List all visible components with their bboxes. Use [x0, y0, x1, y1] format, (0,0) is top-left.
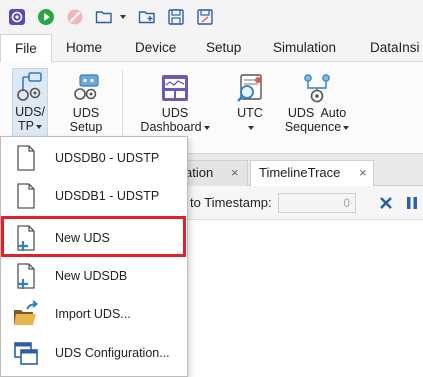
pause-icon[interactable] [404, 195, 420, 211]
utc-button[interactable]: UTC [230, 70, 270, 134]
menu-divider [3, 217, 185, 218]
menu-device[interactable]: Device [135, 34, 176, 62]
new-folder-icon[interactable] [138, 8, 156, 26]
stop-icon[interactable] [66, 8, 84, 26]
document-icon [13, 182, 39, 210]
menu-setup[interactable]: Setup [206, 34, 241, 62]
menu-item-import-uds[interactable]: Import UDS... [1, 295, 187, 333]
uds-auto-sequence-label-2: Sequence [284, 120, 350, 134]
uds-tp-label-2-text: TP [18, 119, 34, 133]
utc-icon [234, 70, 266, 106]
chevron-down-icon [203, 125, 210, 130]
clear-icon[interactable] [378, 195, 394, 211]
import-folder-icon [13, 300, 39, 328]
menu-home[interactable]: Home [66, 34, 102, 62]
app-logo-icon[interactable] [8, 8, 26, 26]
menu-item-label: UDSDB0 - UDSTP [55, 151, 160, 165]
timestamp-input[interactable]: 0 [278, 193, 356, 213]
uds-tp-icon [14, 69, 46, 105]
menu-bar: File Home Device Setup Simulation DataIn… [0, 34, 423, 63]
close-icon[interactable]: × [359, 161, 367, 185]
ribbon-separator [122, 70, 123, 146]
menu-item-udsdb0[interactable]: UDSDB0 - UDSTP [1, 139, 187, 177]
menu-item-new-uds[interactable]: New UDS [1, 219, 187, 257]
open-folder-icon[interactable] [95, 8, 113, 26]
quick-access-toolbar [0, 0, 423, 34]
uds-dashboard-icon [159, 70, 191, 106]
configuration-window-icon [13, 339, 39, 367]
utc-caret [246, 120, 254, 134]
uds-dashboard-label-2-text: Dashboard [140, 120, 202, 134]
document-icon [13, 144, 39, 172]
utc-label-text: UTC [237, 106, 263, 120]
tab-partial-label: ation [185, 165, 214, 180]
uds-tp-label-1: UDS/ [15, 105, 45, 119]
open-menu-caret-icon[interactable] [118, 8, 128, 26]
uds-tp-label-2: TP [18, 119, 42, 133]
uds-dashboard-label-1: UDS [161, 106, 189, 120]
menu-item-udsdb1[interactable]: UDSDB1 - UDSTP [1, 177, 187, 215]
menu-item-label: New UDS [55, 231, 110, 245]
new-document-icon [13, 262, 39, 290]
menu-item-new-udsdb[interactable]: New UDSDB [1, 257, 187, 295]
tab-timelinetrace-label: TimelineTrace [259, 165, 341, 180]
chevron-down-icon [248, 125, 254, 130]
menu-item-label: UDSDB1 - UDSTP [55, 189, 160, 203]
uds-setup-label-2-text: Setup [69, 120, 103, 134]
new-document-icon [13, 224, 39, 252]
menu-datainsight[interactable]: DataInsi [370, 34, 420, 62]
uds-setup-icon [70, 70, 102, 106]
uds-tp-dropdown-menu: UDSDB0 - UDSTP UDSDB1 - UDSTP New UDS Ne… [0, 136, 188, 377]
uds-auto-sequence-button[interactable]: UDS Auto Sequence [284, 70, 350, 134]
menu-file[interactable]: File [0, 34, 52, 63]
uds-dashboard-button[interactable]: UDS Dashboard [138, 70, 212, 134]
uds-setup-label-1: UDS [72, 106, 100, 120]
chevron-down-icon [35, 124, 42, 129]
save-icon[interactable] [167, 8, 185, 26]
uds-auto-sequence-icon [301, 70, 333, 106]
timestamp-label: to Timestamp: [190, 195, 272, 210]
uds-dashboard-label-2: Dashboard [140, 120, 210, 134]
tab-timelinetrace[interactable]: TimelineTrace × [250, 160, 374, 187]
uds-auto-sequence-label-1: UDS Auto [287, 106, 347, 120]
close-icon[interactable]: × [231, 161, 239, 185]
chevron-down-icon [343, 125, 350, 130]
menu-simulation[interactable]: Simulation [273, 34, 336, 62]
run-icon[interactable] [37, 8, 55, 26]
menu-item-label: Import UDS... [55, 307, 131, 321]
menu-item-label: UDS Configuration... [55, 346, 170, 360]
menu-item-label: New UDSDB [55, 269, 128, 283]
save-as-icon[interactable] [196, 8, 214, 26]
menu-item-uds-configuration[interactable]: UDS Configuration... [1, 334, 187, 372]
uds-auto-sequence-label-2-text: Sequence [284, 120, 342, 134]
utc-label: UTC [237, 106, 263, 120]
